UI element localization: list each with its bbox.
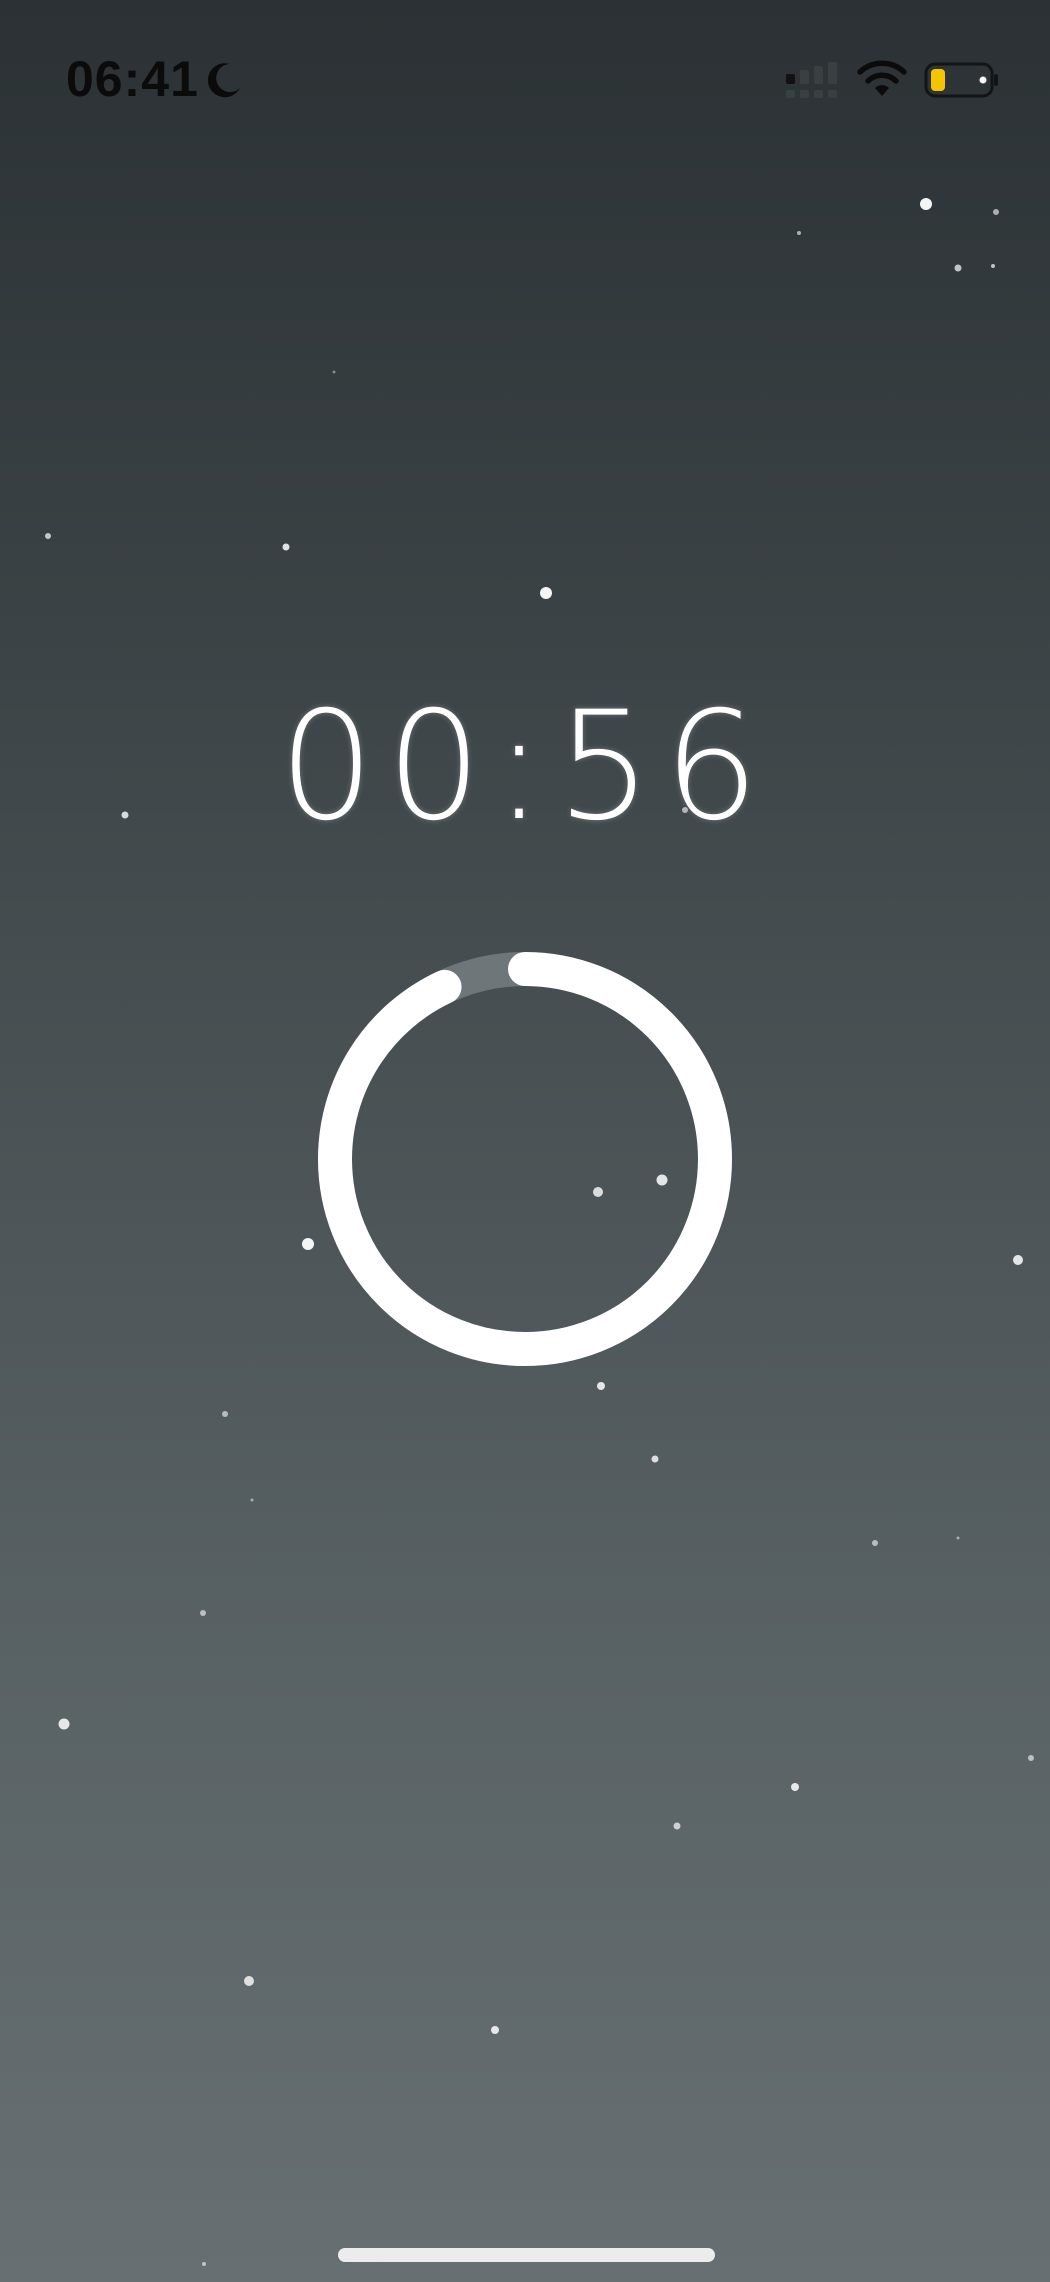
progress-arc bbox=[318, 952, 732, 1366]
countdown-progress-ring bbox=[318, 952, 732, 1366]
home-indicator[interactable] bbox=[338, 2248, 715, 2262]
